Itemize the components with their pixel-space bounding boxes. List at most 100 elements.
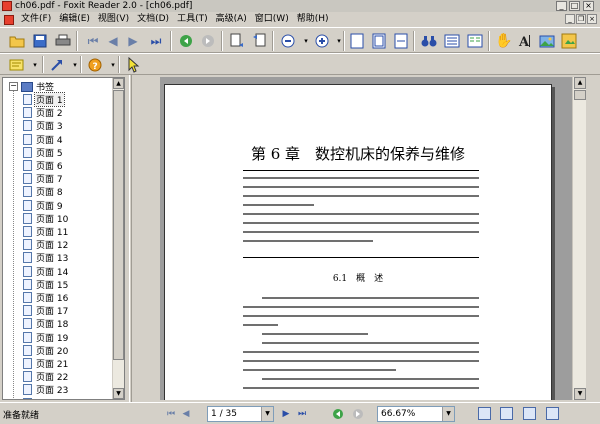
status-first-page-icon[interactable]: ⏮ bbox=[163, 406, 179, 422]
zoom-in-icon[interactable] bbox=[313, 32, 331, 50]
collapse-toggle-icon[interactable]: − bbox=[9, 82, 18, 91]
menu-file[interactable]: 文件(F) bbox=[17, 12, 55, 27]
back-icon[interactable] bbox=[177, 32, 195, 50]
forward-icon[interactable] bbox=[199, 32, 217, 50]
bookmark-item-label: 页面 24 bbox=[35, 397, 69, 399]
bookmark-item[interactable]: 页面 21 bbox=[23, 357, 69, 370]
menu-window[interactable]: 窗口(W) bbox=[251, 12, 293, 27]
facing-page-view-icon[interactable] bbox=[523, 407, 536, 420]
scroll-down-icon[interactable]: ▼ bbox=[113, 388, 124, 399]
bookmark-item[interactable]: 页面 22 bbox=[23, 370, 69, 383]
fit-page-icon[interactable] bbox=[370, 32, 388, 50]
bookmark-item[interactable]: 页面 24 bbox=[23, 397, 69, 399]
bookmark-item[interactable]: 页面 2 bbox=[23, 106, 64, 119]
status-next-page-icon[interactable]: ▶ bbox=[278, 406, 294, 422]
bookmark-item[interactable]: 页面 8 bbox=[23, 185, 64, 198]
image-tool-icon[interactable] bbox=[560, 32, 578, 50]
rotate-left-icon[interactable] bbox=[228, 32, 246, 50]
bookmark-item[interactable]: 页面 11 bbox=[23, 225, 69, 238]
fit-width-icon[interactable] bbox=[392, 32, 410, 50]
previous-page-icon[interactable]: ◀ bbox=[104, 32, 122, 50]
bookmark-item[interactable]: 页面 14 bbox=[23, 265, 69, 278]
page-icon bbox=[23, 160, 32, 172]
doc-restore-button[interactable]: ❐ bbox=[576, 14, 586, 24]
bookmark-item[interactable]: 页面 12 bbox=[23, 238, 69, 251]
doc-scroll-thumb[interactable] bbox=[574, 90, 586, 100]
menu-tools[interactable]: 工具(T) bbox=[173, 12, 212, 27]
page-icon bbox=[23, 226, 32, 238]
bookmark-item[interactable]: 页面 5 bbox=[23, 146, 64, 159]
bookmark-scrollbar[interactable]: ▲ ▼ bbox=[112, 78, 124, 399]
minimize-button[interactable]: _ bbox=[556, 1, 567, 11]
status-last-page-icon[interactable]: ⏭ bbox=[294, 406, 310, 422]
open-folder-icon[interactable] bbox=[8, 32, 26, 50]
bookmark-item[interactable]: 页面 4 bbox=[23, 133, 64, 146]
zoom-out-icon[interactable] bbox=[279, 32, 297, 50]
doc-scroll-up-icon[interactable]: ▲ bbox=[574, 77, 586, 89]
close-button[interactable]: × bbox=[583, 1, 594, 11]
hand-tool-icon[interactable]: ✋ bbox=[495, 32, 513, 50]
document-scrollbar[interactable]: ▲ ▼ bbox=[572, 77, 586, 400]
bookmark-item[interactable]: 页面 15 bbox=[23, 278, 69, 291]
first-page-icon[interactable]: ⏮ bbox=[84, 32, 102, 50]
maximize-button[interactable]: □ bbox=[569, 1, 580, 11]
bookmark-item[interactable]: 页面 7 bbox=[23, 172, 64, 185]
bookmark-item[interactable]: 页面 9 bbox=[23, 199, 64, 212]
print-icon[interactable] bbox=[54, 32, 72, 50]
bookmark-item[interactable]: 页面 19 bbox=[23, 331, 69, 344]
select-cursor-icon[interactable] bbox=[124, 56, 142, 74]
actual-size-icon[interactable] bbox=[348, 32, 366, 50]
snapshot-icon[interactable] bbox=[538, 32, 556, 50]
status-back-icon[interactable] bbox=[330, 406, 346, 422]
continuous-page-view-icon[interactable] bbox=[500, 407, 513, 420]
bookmark-item[interactable]: 页面 10 bbox=[23, 212, 69, 225]
page-number-input[interactable]: 1 / 35 ▼ bbox=[207, 406, 274, 422]
document-viewport[interactable]: 第 6 章 数控机床的保养与维修 6.1 概 述 ▲ ▼ bbox=[160, 77, 586, 400]
text-select-icon[interactable]: A bbox=[516, 32, 534, 50]
menu-document[interactable]: 文档(D) bbox=[133, 12, 173, 27]
rotate-right-icon[interactable] bbox=[250, 32, 268, 50]
bookmark-root-label: 书签 bbox=[36, 83, 55, 93]
bookmark-item[interactable]: 页面 23 bbox=[23, 383, 69, 396]
chapter-title: 第 6 章 数控机床的保养与维修 bbox=[250, 145, 466, 163]
single-page-view-icon[interactable] bbox=[478, 407, 491, 420]
bookmark-item[interactable]: 页面 3 bbox=[23, 119, 64, 132]
menu-edit[interactable]: 编辑(E) bbox=[55, 12, 94, 27]
scroll-up-icon[interactable]: ▲ bbox=[113, 78, 124, 89]
find-binoculars-icon[interactable] bbox=[420, 32, 438, 50]
pdf-page: 第 6 章 数控机床的保养与维修 6.1 概 述 bbox=[164, 84, 552, 400]
bookmark-item[interactable]: 页面 6 bbox=[23, 159, 64, 172]
status-prev-page-icon[interactable]: ◀ bbox=[178, 406, 194, 422]
continuous-view-icon[interactable] bbox=[443, 32, 461, 50]
panel-splitter[interactable] bbox=[127, 75, 159, 403]
arrow-tool-icon[interactable] bbox=[48, 56, 66, 74]
menu-help[interactable]: 帮助(H) bbox=[293, 12, 333, 27]
menu-view[interactable]: 视图(V) bbox=[94, 12, 133, 27]
zoom-in-dropdown-icon[interactable]: ▾ bbox=[330, 32, 348, 50]
bookmark-item[interactable]: 页面 17 bbox=[23, 304, 69, 317]
save-icon[interactable] bbox=[31, 32, 49, 50]
bookmark-item-label: 页面 13 bbox=[36, 254, 69, 265]
help-icon[interactable]: ? bbox=[86, 56, 104, 74]
doc-scroll-down-icon[interactable]: ▼ bbox=[574, 388, 586, 400]
zoom-select[interactable]: 66.67% ▼ bbox=[377, 406, 455, 422]
bookmark-item[interactable]: 页面 13 bbox=[23, 251, 69, 264]
last-page-icon[interactable]: ⏭ bbox=[147, 32, 165, 50]
page-dropdown-icon[interactable]: ▼ bbox=[261, 407, 273, 421]
page-icon bbox=[23, 239, 32, 251]
menu-advanced[interactable]: 高级(A) bbox=[212, 12, 251, 27]
status-forward-icon[interactable] bbox=[350, 406, 366, 422]
bookmark-item[interactable]: 页面 16 bbox=[23, 291, 69, 304]
facing-view-icon[interactable] bbox=[466, 32, 484, 50]
scroll-thumb[interactable] bbox=[113, 90, 124, 360]
bookmark-root[interactable]: − 书签 bbox=[9, 80, 54, 93]
bookmark-item[interactable]: 页面 18 bbox=[23, 317, 69, 330]
bookmark-item[interactable]: 页面 1 bbox=[23, 92, 65, 108]
bookmark-item[interactable]: 页面 20 bbox=[23, 344, 69, 357]
next-page-icon[interactable]: ▶ bbox=[124, 32, 142, 50]
doc-close-button[interactable]: × bbox=[587, 14, 597, 24]
doc-minimize-button[interactable]: _ bbox=[565, 14, 575, 24]
zoom-dropdown-icon[interactable]: ▼ bbox=[442, 407, 454, 421]
note-icon[interactable] bbox=[8, 56, 26, 74]
continuous-facing-view-icon[interactable] bbox=[546, 407, 559, 420]
